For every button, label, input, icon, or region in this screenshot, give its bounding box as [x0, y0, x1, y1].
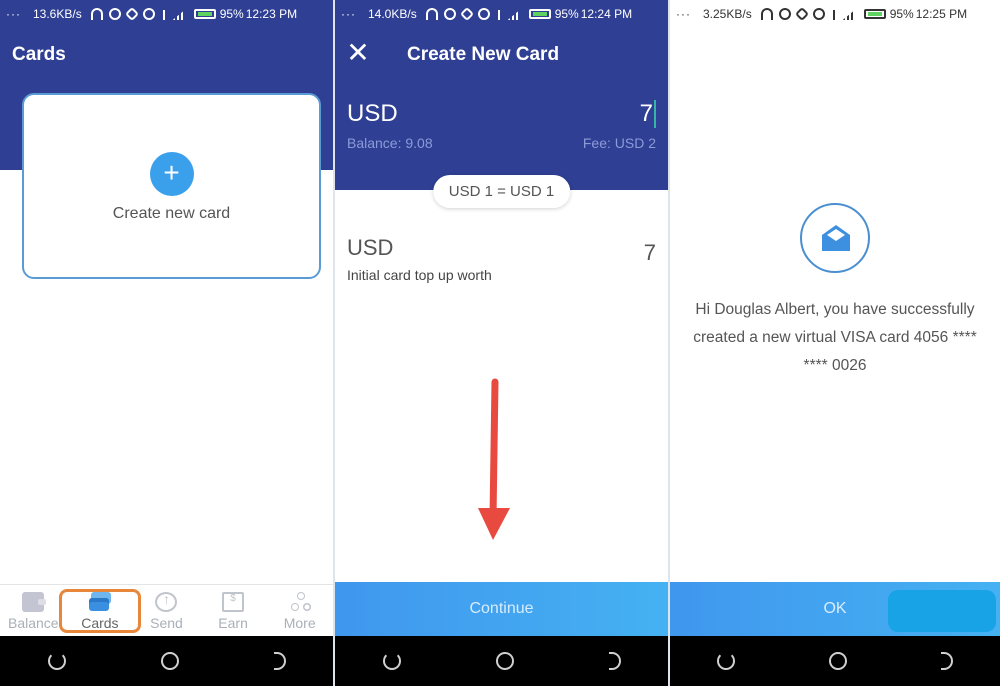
battery-icon [528, 9, 551, 19]
back-icon[interactable] [608, 652, 621, 670]
nav-label: Send [150, 615, 183, 631]
back-icon[interactable] [941, 652, 953, 670]
success-screen: ··· 3.25KB/s 95% 12:25 PM Hi Douglas Alb… [670, 0, 1000, 686]
nav-item-balance[interactable]: Balance [0, 585, 67, 636]
home-icon[interactable] [829, 652, 847, 670]
home-icon[interactable] [160, 652, 179, 670]
exchange-rate-badge: USD 1 = USD 1 [432, 175, 571, 208]
success-message: Hi Douglas Albert, you have successfully… [693, 301, 977, 374]
create-card-label: Create new card [112, 205, 231, 222]
battery-icon [193, 9, 216, 19]
alarm-icon [477, 8, 490, 20]
system-nav-bar [335, 636, 668, 686]
nav-label: Cards [81, 615, 119, 631]
recent-apps-icon[interactable] [382, 652, 401, 670]
open-envelope-icon [822, 225, 850, 251]
send-icon [155, 591, 178, 612]
alarm-icon [812, 8, 825, 20]
recent-apps-icon[interactable] [47, 652, 66, 670]
home-icon[interactable] [495, 652, 514, 670]
alarm-icon [142, 8, 155, 20]
cards-screen: ··· 13.6KB/s 95% 12:23 PM Cards + Create… [0, 0, 333, 686]
status-dots: ··· [6, 7, 21, 21]
battery-level: 95% [889, 7, 914, 21]
status-dots: ··· [676, 7, 691, 21]
clock: 12:24 PM [580, 7, 633, 21]
source-currency[interactable]: USD [347, 100, 398, 128]
network-speed: 13.6KB/s [33, 7, 82, 21]
wallet-icon [22, 592, 47, 612]
system-nav-bar [0, 636, 333, 686]
clock: 12:23 PM [245, 7, 298, 21]
recent-apps-icon[interactable] [717, 652, 735, 670]
cards-icon [88, 592, 111, 612]
annotation-arrow-down-icon [478, 378, 510, 540]
watermark-overlay [888, 590, 996, 632]
system-nav-bar [670, 636, 1000, 686]
create-card-screen: ··· 14.0KB/s 95% 12:24 PM ✕ Create New C… [335, 0, 668, 686]
signal-icon [843, 8, 855, 20]
status-bar: ··· 13.6KB/s 95% 12:23 PM [0, 0, 333, 28]
sim-signal-icon [496, 8, 502, 20]
gift-icon [222, 592, 245, 612]
rotate-icon [459, 6, 474, 22]
page-title: Cards [12, 44, 66, 65]
status-bar: ··· 14.0KB/s 95% 12:24 PM [335, 0, 668, 28]
hotspot-icon [108, 8, 121, 20]
rotate-icon [124, 6, 139, 22]
continue-button[interactable]: Continue [335, 582, 668, 636]
source-amount-input[interactable]: 7 [640, 100, 656, 128]
battery-level: 95% [219, 7, 244, 21]
signal-icon [173, 8, 185, 20]
signal-icon [508, 8, 520, 20]
create-new-card-button[interactable]: + Create new card [22, 93, 321, 279]
plus-icon: + [149, 152, 194, 196]
header-band [335, 0, 668, 190]
balance-text: Balance: 9.08 [347, 135, 433, 151]
nav-item-earn[interactable]: Earn [200, 585, 267, 636]
nav-item-send[interactable]: Send [133, 585, 200, 636]
battery-level: 95% [554, 7, 579, 21]
more-icon [289, 592, 311, 612]
nav-item-cards[interactable]: Cards [67, 585, 134, 636]
battery-icon [863, 9, 886, 19]
status-dots: ··· [341, 7, 356, 21]
back-icon[interactable] [273, 652, 286, 670]
target-currency[interactable]: USD [347, 235, 393, 261]
target-amount: 7 [643, 240, 656, 265]
fee-text: Fee: USD 2 [582, 135, 656, 151]
bottom-nav: Balance Cards Send Earn More [0, 584, 333, 636]
nav-label: Earn [218, 615, 248, 631]
sim-signal-icon [831, 8, 837, 20]
rotate-icon [794, 6, 809, 22]
clock: 12:25 PM [915, 7, 968, 21]
page-title: Create New Card [407, 44, 560, 65]
nav-item-more[interactable]: More [266, 585, 333, 636]
headset-icon [760, 8, 773, 20]
status-bar: ··· 3.25KB/s 95% 12:25 PM [670, 0, 1000, 28]
nav-label: Balance [8, 615, 59, 631]
hotspot-icon [443, 8, 456, 20]
mail-icon [800, 203, 870, 273]
network-speed: 14.0KB/s [368, 7, 417, 21]
hotspot-icon [778, 8, 791, 20]
nav-label: More [283, 615, 316, 631]
headset-icon [90, 8, 103, 20]
headset-icon [425, 8, 438, 20]
top-up-description: Initial card top up worth [347, 267, 492, 283]
network-speed: 3.25KB/s [703, 7, 752, 21]
sim-signal-icon [161, 8, 167, 20]
